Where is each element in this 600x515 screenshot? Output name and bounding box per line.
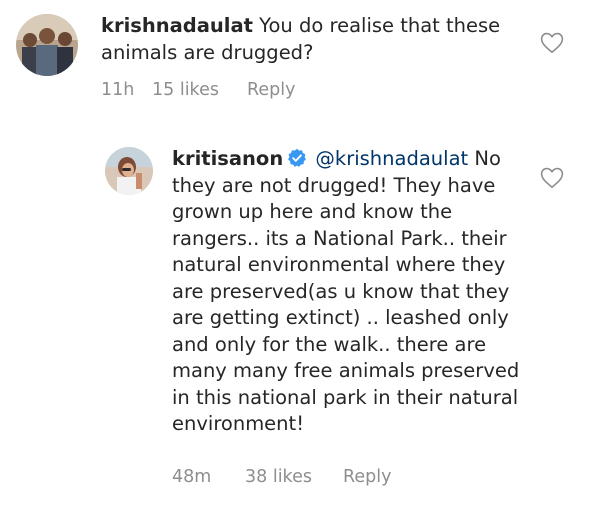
heart-outline-icon (540, 167, 564, 188)
reply-comment-item: kritisanon @krishnadaulat No they are no… (0, 130, 600, 515)
verified-badge-icon (288, 148, 307, 167)
mention-link[interactable]: @krishnadaulat (315, 147, 468, 170)
avatar-group-photo-icon (16, 14, 78, 76)
comment-body: krishnadaulat You do realise that these … (101, 13, 501, 66)
avatar[interactable] (16, 14, 78, 76)
heart-outline-icon (540, 32, 564, 53)
verified-badge (287, 148, 307, 168)
comment-timestamp: 48m (172, 467, 212, 487)
like-button[interactable] (540, 167, 564, 189)
reply-button[interactable]: Reply (343, 467, 391, 487)
comment-timestamp: 11h (101, 80, 135, 100)
comment-likes-count[interactable]: 38 likes (245, 467, 312, 487)
avatar-profile-photo-icon (105, 147, 153, 195)
comment-body: kritisanon @krishnadaulat No they are no… (172, 146, 532, 438)
comment-likes-count[interactable]: 15 likes (152, 80, 219, 100)
comment-text: No they are not drugged! They have grown… (172, 147, 520, 435)
avatar[interactable] (105, 147, 153, 195)
reply-button[interactable]: Reply (247, 80, 295, 100)
like-button[interactable] (540, 32, 564, 54)
comment-item: krishnadaulat You do realise that these … (0, 0, 600, 120)
comment-username[interactable]: kritisanon (172, 147, 283, 170)
comment-meta: 48m 38 likes Reply (0, 467, 600, 491)
comment-username[interactable]: krishnadaulat (101, 14, 253, 37)
comment-meta: 11h 15 likes Reply (0, 80, 600, 104)
